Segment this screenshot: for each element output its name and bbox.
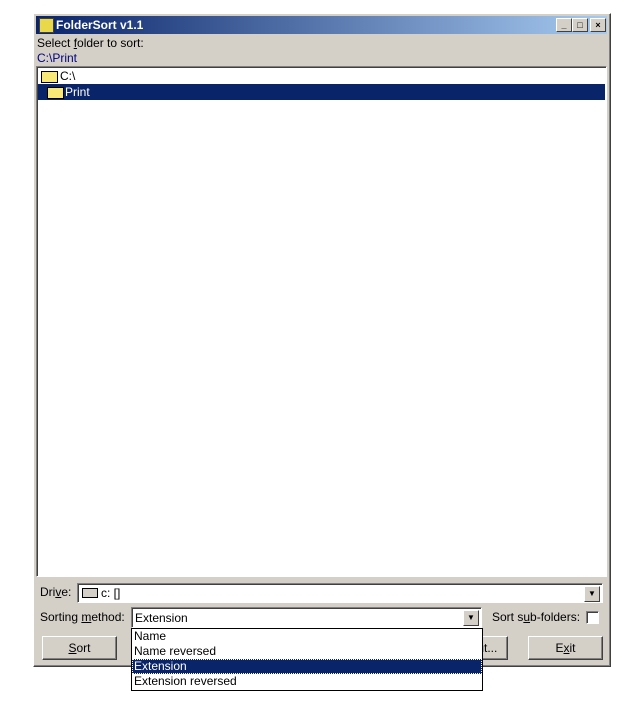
chevron-down-icon[interactable]: ▼ [584,586,600,602]
option-name[interactable]: Name [132,629,482,644]
option-extension-reversed[interactable]: Extension reversed [132,674,482,689]
close-button[interactable]: × [590,18,606,32]
drive-value: c: [] [101,586,121,600]
tree-item-c[interactable]: C:\ [38,68,605,84]
sorting-method-select[interactable]: Extension ▼ [131,607,482,628]
folder-tree[interactable]: C:\ Print [36,66,607,577]
title-bar[interactable]: FolderSort v1.1 _ □ × [36,16,607,34]
drive-select[interactable]: c: [] ▼ [77,583,603,603]
chevron-down-icon[interactable]: ▼ [463,610,479,626]
drive-label: Drive: [40,585,72,599]
sorting-method-value: Extension [135,611,188,625]
tree-item-label: C:\ [60,69,76,83]
sort-subfolders-checkbox[interactable] [586,611,599,624]
tree-item-print[interactable]: Print [38,84,605,100]
exit-button[interactable]: Exit [528,636,603,660]
window-title: FolderSort v1.1 [56,18,144,32]
option-extension[interactable]: Extension [132,659,482,674]
sort-button[interactable]: Sort [42,636,117,660]
maximize-button[interactable]: □ [572,18,588,32]
drive-icon [82,588,98,598]
sorting-method-label: Sorting method: [40,610,125,624]
app-icon [39,18,54,33]
sort-subfolders-label: Sort sub-folders: [492,610,581,624]
select-folder-label: Select folder to sort: [37,36,144,50]
tree-item-label: Print [65,85,90,99]
folder-open-icon [41,71,58,83]
sorting-method-dropdown-list[interactable]: Name Name reversed Extension Extension r… [131,628,483,691]
option-name-reversed[interactable]: Name reversed [132,644,482,659]
minimize-button[interactable]: _ [556,18,572,32]
current-path: C:\Print [37,51,78,65]
folder-open-icon [47,87,64,99]
